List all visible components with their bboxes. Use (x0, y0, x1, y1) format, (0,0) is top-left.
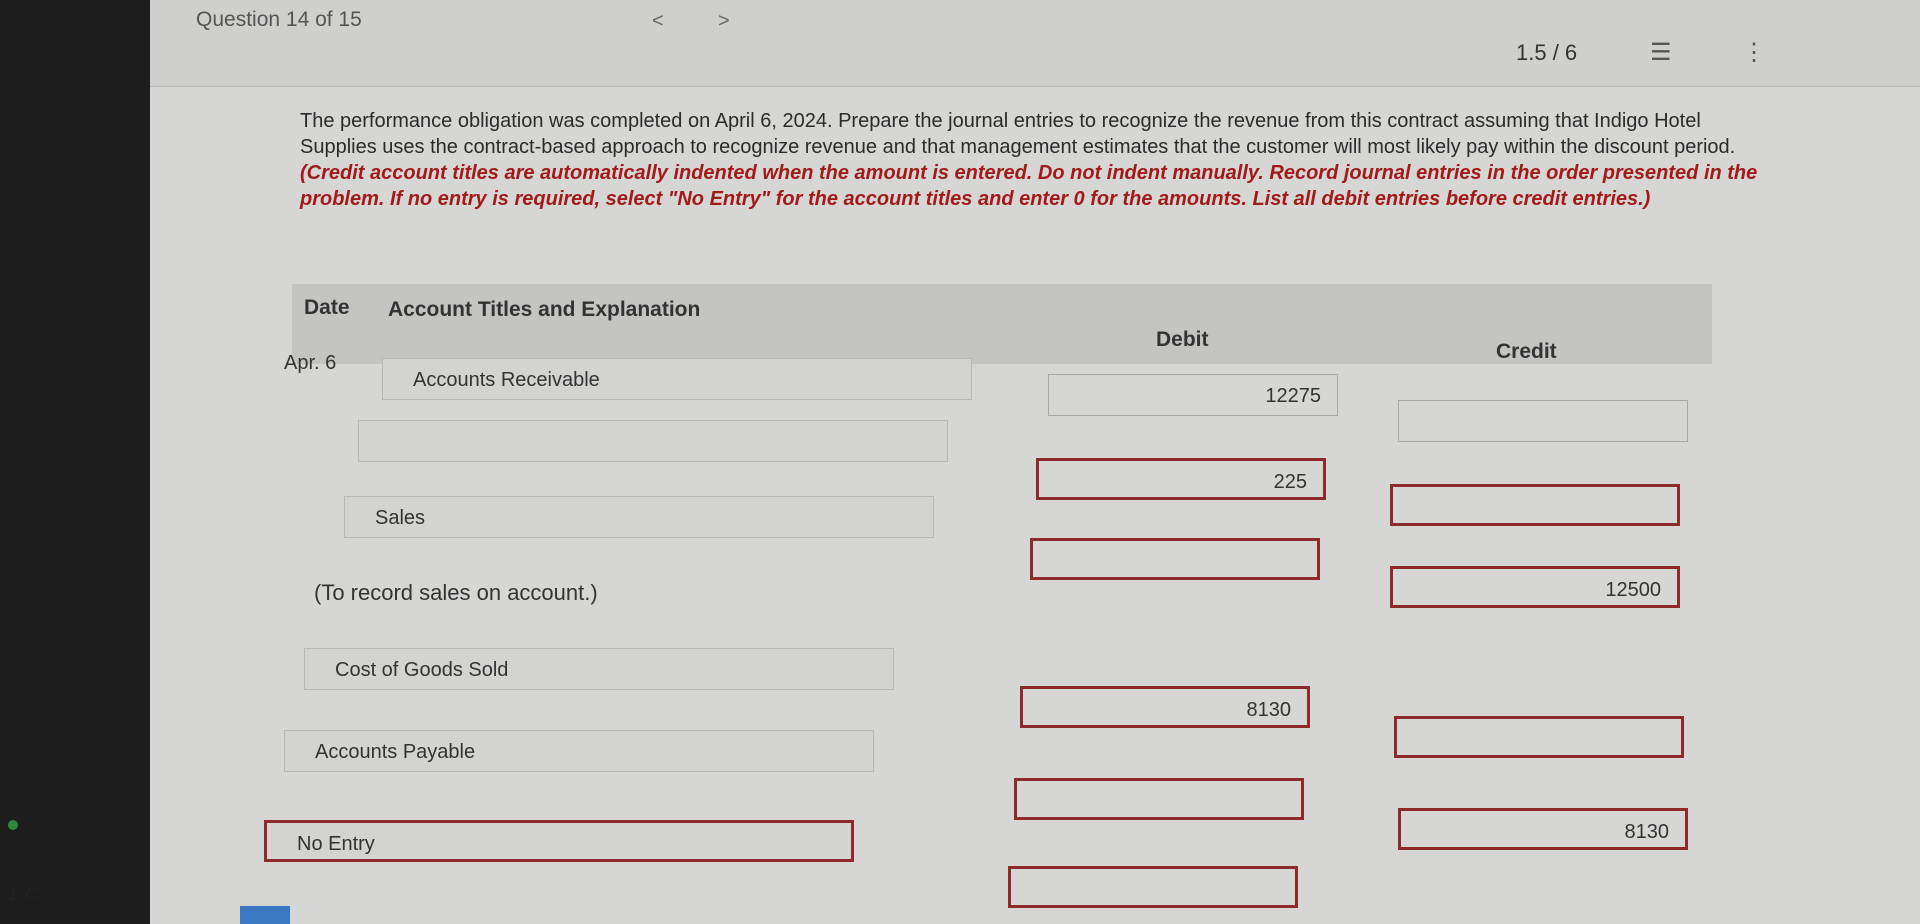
credit-field-3[interactable]: 12500 (1390, 566, 1680, 608)
prev-question-button[interactable]: < (652, 10, 664, 33)
status-dot (8, 820, 18, 830)
header-credit: Credit (1496, 340, 1557, 363)
instructions: The performance obligation was completed… (300, 108, 1780, 212)
debit-field-5[interactable] (1014, 778, 1304, 820)
question-label: Question 14 of 15 (196, 8, 362, 31)
temperature-readout: 1°C (8, 884, 39, 904)
score-display: 1.5 / 6 (1516, 40, 1578, 65)
list-icon[interactable]: ☰ (1650, 38, 1672, 67)
account-field-2[interactable] (358, 420, 948, 462)
entry-explanation: (To record sales on account.) (314, 580, 598, 605)
credit-field-2[interactable] (1390, 484, 1680, 526)
account-field-6[interactable]: No Entry (264, 820, 854, 862)
account-field-5[interactable]: Accounts Payable (284, 730, 874, 772)
debit-field-1[interactable]: 12275 (1048, 374, 1338, 416)
credit-field-1[interactable] (1398, 400, 1688, 442)
taskbar-app-icon[interactable] (240, 906, 290, 924)
instructions-warning: (Credit account titles are automatically… (300, 162, 1758, 210)
debit-field-6[interactable] (1008, 866, 1298, 908)
account-field-3[interactable]: Sales (344, 496, 934, 538)
header-debit: Debit (1156, 328, 1209, 351)
account-field-1[interactable]: Accounts Receivable (382, 358, 972, 400)
header-account: Account Titles and Explanation (388, 298, 701, 321)
entry-date: Apr. 6 (284, 352, 337, 374)
credit-field-5[interactable]: 8130 (1398, 808, 1688, 850)
debit-field-3[interactable] (1030, 538, 1320, 580)
instructions-text: The performance obligation was completed… (300, 110, 1736, 158)
account-field-4[interactable]: Cost of Goods Sold (304, 648, 894, 690)
credit-field-4[interactable] (1394, 716, 1684, 758)
next-question-button[interactable]: > (718, 10, 730, 33)
debit-field-4[interactable]: 8130 (1020, 686, 1310, 728)
more-options-icon[interactable]: ⋮ (1742, 38, 1766, 67)
header-date: Date (304, 296, 350, 319)
debit-field-2[interactable]: 225 (1036, 458, 1326, 500)
